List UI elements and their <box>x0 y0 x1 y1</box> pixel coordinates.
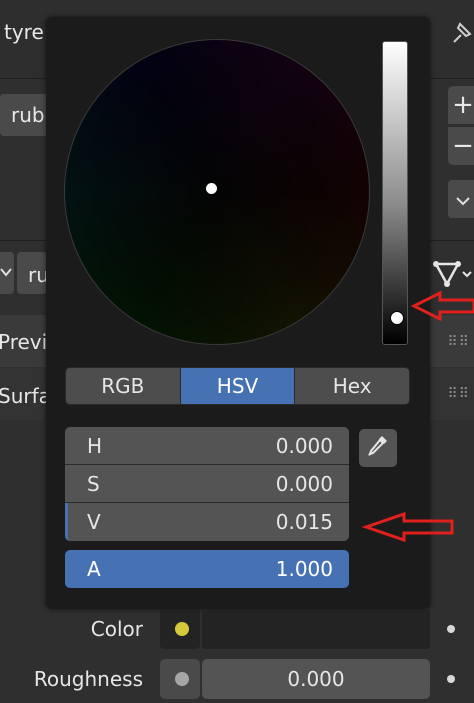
annotation-arrow-value <box>361 511 454 543</box>
annotation-arrow-slider <box>410 290 474 322</box>
annotation-arrows <box>361 290 474 543</box>
